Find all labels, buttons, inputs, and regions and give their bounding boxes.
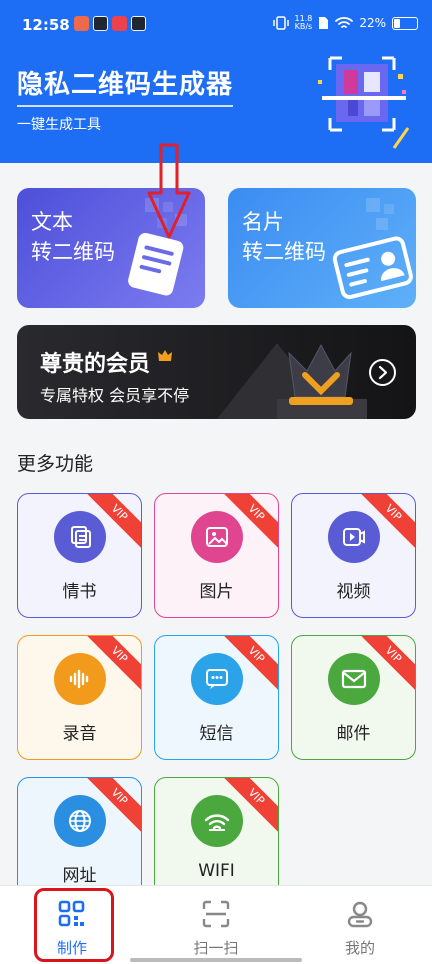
app-subtitle: 一键生成工具 bbox=[17, 117, 101, 133]
network-speed-unit: KB/s bbox=[294, 22, 313, 31]
feature-tile[interactable]: 图片 VIP bbox=[154, 493, 279, 618]
battery-icon bbox=[392, 16, 418, 30]
app-title: 隐私二维码生成器 bbox=[17, 64, 234, 107]
feature-icon-circle bbox=[191, 511, 243, 563]
section-title: 更多功能 bbox=[17, 453, 94, 475]
feature-tile[interactable]: 网址 VIP bbox=[17, 777, 142, 902]
feature-tile[interactable]: WIFI VIP bbox=[154, 777, 279, 902]
wifi-signal-icon bbox=[335, 17, 354, 28]
card-text-title: 文本 bbox=[31, 210, 73, 234]
feature-label: 短信 bbox=[199, 724, 234, 744]
tab-label: 扫一扫 bbox=[193, 939, 239, 957]
notification-app-icon bbox=[93, 16, 108, 31]
feature-tile[interactable]: 视频 VIP bbox=[291, 493, 416, 618]
notification-app-icon bbox=[112, 16, 127, 31]
vip-title-text: 尊贵的会员 bbox=[40, 352, 151, 377]
feature-label: 网址 bbox=[62, 866, 97, 886]
feature-tile[interactable]: 录音 VIP bbox=[17, 635, 142, 760]
notification-icons bbox=[74, 16, 146, 31]
tab-label: 我的 bbox=[344, 939, 375, 957]
feature-label: WIFI bbox=[198, 861, 235, 881]
chevron-right-icon bbox=[378, 365, 388, 380]
audio-wave-icon bbox=[69, 669, 89, 689]
feature-label: 图片 bbox=[199, 582, 234, 602]
crown-icon bbox=[157, 350, 172, 361]
status-right: 11.8 KB/s 22% bbox=[272, 15, 418, 31]
status-bar: 12:58 11.8 KB/s 22% bbox=[0, 0, 432, 52]
sim-icon bbox=[319, 17, 329, 29]
feature-tile[interactable]: 邮件 VIP bbox=[291, 635, 416, 760]
feature-label: 邮件 bbox=[336, 724, 371, 744]
arrow-down-icon bbox=[147, 143, 191, 239]
status-time: 12:58 bbox=[22, 16, 70, 34]
feature-icon-circle bbox=[54, 795, 106, 847]
feature-icon-circle bbox=[328, 653, 380, 705]
feature-icon-circle bbox=[328, 511, 380, 563]
feature-tile[interactable]: 短信 VIP bbox=[154, 635, 279, 760]
feature-icon-circle bbox=[54, 653, 106, 705]
feature-label: 视频 bbox=[336, 582, 371, 602]
tab-scan[interactable]: 扫一扫 bbox=[144, 886, 288, 964]
notification-app-icon bbox=[74, 16, 89, 31]
notification-app-icon bbox=[131, 16, 146, 31]
message-icon bbox=[206, 669, 228, 689]
card-business-subtitle: 转二维码 bbox=[242, 240, 326, 264]
battery-percent: 22% bbox=[359, 16, 386, 30]
card-business-title: 名片 bbox=[242, 210, 284, 234]
vibrate-icon bbox=[272, 16, 289, 30]
wifi-icon bbox=[204, 814, 230, 831]
card-text-subtitle: 转二维码 bbox=[31, 240, 115, 264]
document-stack-icon bbox=[71, 526, 91, 548]
app-header: 12:58 11.8 KB/s 22% 隐私二维码生成器 一键生成工具 bbox=[0, 0, 432, 163]
feature-tile[interactable]: 情书 VIP bbox=[17, 493, 142, 618]
home-indicator bbox=[130, 958, 302, 962]
mail-icon bbox=[341, 669, 367, 689]
active-tab-highlight bbox=[34, 888, 114, 962]
image-icon bbox=[206, 527, 228, 547]
user-icon bbox=[347, 901, 373, 928]
business-card-to-qr-card[interactable]: 名片 转二维码 bbox=[228, 188, 416, 308]
video-icon bbox=[343, 528, 365, 546]
tab-mine[interactable]: 我的 bbox=[288, 886, 432, 964]
vip-banner[interactable]: 尊贵的会员 专属特权 会员享不停 bbox=[17, 325, 416, 419]
feature-label: 情书 bbox=[62, 582, 97, 602]
scan-icon bbox=[202, 900, 230, 928]
feature-label: 录音 bbox=[62, 724, 97, 744]
feature-icon-circle bbox=[191, 795, 243, 847]
vip-go-button[interactable] bbox=[369, 359, 396, 386]
globe-icon bbox=[69, 810, 91, 832]
network-speed: 11.8 KB/s bbox=[295, 15, 313, 31]
feature-icon-circle bbox=[191, 653, 243, 705]
feature-icon-circle bbox=[54, 511, 106, 563]
vip-subtitle: 专属特权 会员享不停 bbox=[40, 386, 190, 405]
qr-scan-illustration bbox=[318, 56, 410, 149]
vip-title: 尊贵的会员 bbox=[40, 346, 172, 378]
